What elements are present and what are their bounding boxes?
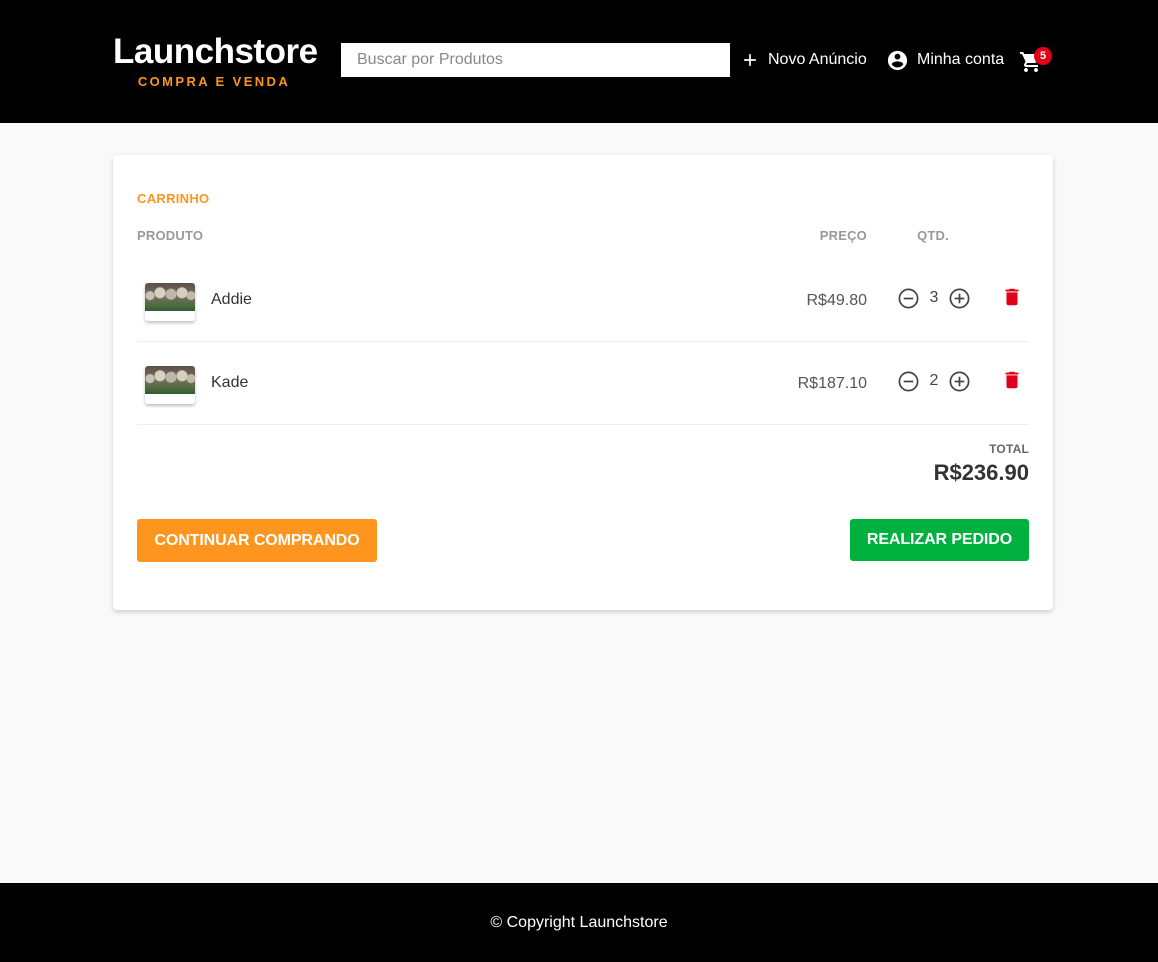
place-order-button[interactable]: REALIZAR PEDIDO [850, 519, 1029, 561]
logo[interactable]: Launchstore COMPRA E VENDA [113, 32, 318, 90]
cart-item-row: Kade R$187.10 2 [137, 342, 1029, 425]
new-listing-link[interactable]: Novo Anúncio [740, 46, 867, 74]
site-header: Launchstore COMPRA E VENDA Novo Anúncio … [0, 0, 1158, 123]
account-circle-icon [886, 49, 909, 72]
plus-icon [740, 50, 760, 70]
account-link[interactable]: Minha conta [886, 46, 1004, 74]
cart-link[interactable]: 5 [1019, 47, 1053, 74]
product-name[interactable]: Addie [211, 291, 252, 309]
column-header-qty: QTD. [917, 228, 949, 243]
continue-shopping-button[interactable]: CONTINUAR COMPRANDO [137, 519, 377, 562]
product-price: R$187.10 [797, 375, 867, 392]
plus-circle-icon[interactable] [948, 287, 971, 310]
product-thumbnail[interactable] [145, 366, 195, 404]
plus-circle-icon[interactable] [948, 370, 971, 393]
quantity-stepper: 2 [897, 368, 971, 394]
cart-count-badge: 5 [1034, 47, 1052, 65]
cart-card: CARRINHO PRODUTO PREÇO QTD. Addie R$49.8… [113, 155, 1053, 610]
product-price: R$49.80 [806, 292, 868, 309]
account-label: Minha conta [917, 51, 1005, 68]
logo-title: Launchstore [113, 32, 318, 71]
column-header-product: PRODUTO [137, 228, 204, 243]
minus-circle-icon[interactable] [897, 370, 920, 393]
logo-subtitle: COMPRA E VENDA [137, 74, 291, 89]
site-footer: © Copyright Launchstore [0, 883, 1158, 962]
search-input[interactable] [341, 43, 730, 77]
product-thumbnail[interactable] [145, 283, 195, 321]
cart-title: CARRINHO [137, 191, 210, 206]
new-listing-label: Novo Anúncio [768, 51, 867, 68]
total-value: R$236.90 [933, 460, 1029, 485]
column-header-price: PREÇO [819, 228, 867, 243]
cart-item-row: Addie R$49.80 3 [137, 259, 1029, 342]
total-label: TOTAL [989, 442, 1029, 456]
trash-icon[interactable] [1001, 286, 1023, 308]
quantity-value: 3 [929, 289, 939, 306]
quantity-value: 2 [929, 372, 939, 389]
product-name[interactable]: Kade [211, 374, 248, 392]
trash-icon[interactable] [1001, 369, 1023, 391]
quantity-stepper: 3 [897, 285, 971, 311]
copyright-text: © Copyright Launchstore [490, 913, 668, 931]
minus-circle-icon[interactable] [897, 287, 920, 310]
